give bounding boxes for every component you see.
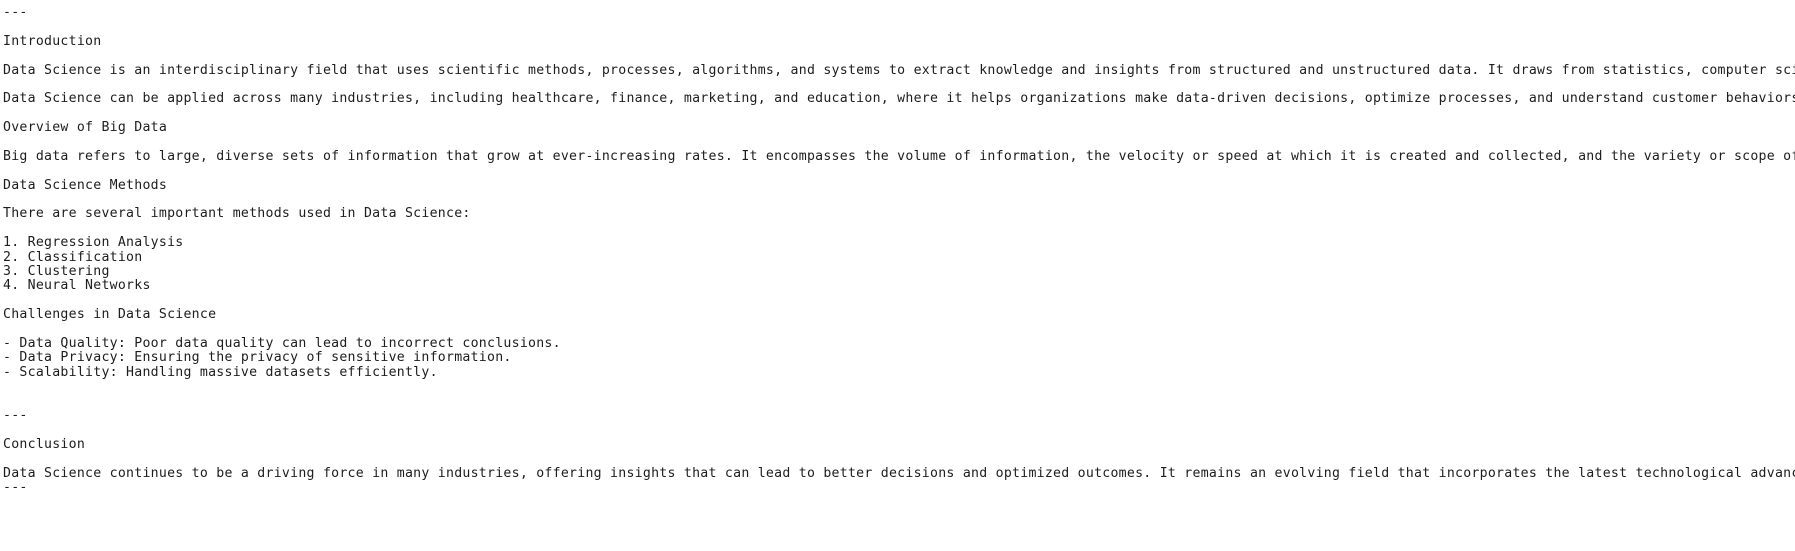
text-line-heading: Introduction xyxy=(3,34,102,49)
document-body[interactable]: --- Introduction Data Science is an interd… xyxy=(0,0,1795,545)
text-line-rule: --- xyxy=(3,480,28,495)
text-line-heading: Data Science Methods xyxy=(3,178,168,193)
text-line-heading: Conclusion xyxy=(3,437,86,452)
text-line-para: There are several important methods used… xyxy=(3,207,471,222)
text-line-bullet: - Scalability: Handling massive datasets… xyxy=(3,365,438,380)
text-line-item: 2. Classification xyxy=(3,250,143,265)
text-line-rule: --- xyxy=(3,408,28,423)
text-line-bullet: - Data Quality: Poor data quality can le… xyxy=(3,336,561,351)
text-line-heading: Challenges in Data Science xyxy=(3,308,217,323)
text-line-item: 4. Neural Networks xyxy=(3,279,151,294)
text-line-item: 1. Regression Analysis xyxy=(3,236,184,251)
text-line-heading: Overview of Big Data xyxy=(3,121,168,136)
text-line-para: Data Science can be applied across many … xyxy=(3,92,1795,107)
text-line-para: Data Science is an interdisciplinary fie… xyxy=(3,63,1795,78)
text-line-rule: --- xyxy=(3,6,28,20)
text-line-para: Data Science continues to be a driving f… xyxy=(3,466,1795,481)
text-line-para: Big data refers to large, diverse sets o… xyxy=(3,149,1795,164)
text-line-item: 3. Clustering xyxy=(3,265,110,280)
text-line-bullet: - Data Privacy: Ensuring the privacy of … xyxy=(3,351,512,366)
